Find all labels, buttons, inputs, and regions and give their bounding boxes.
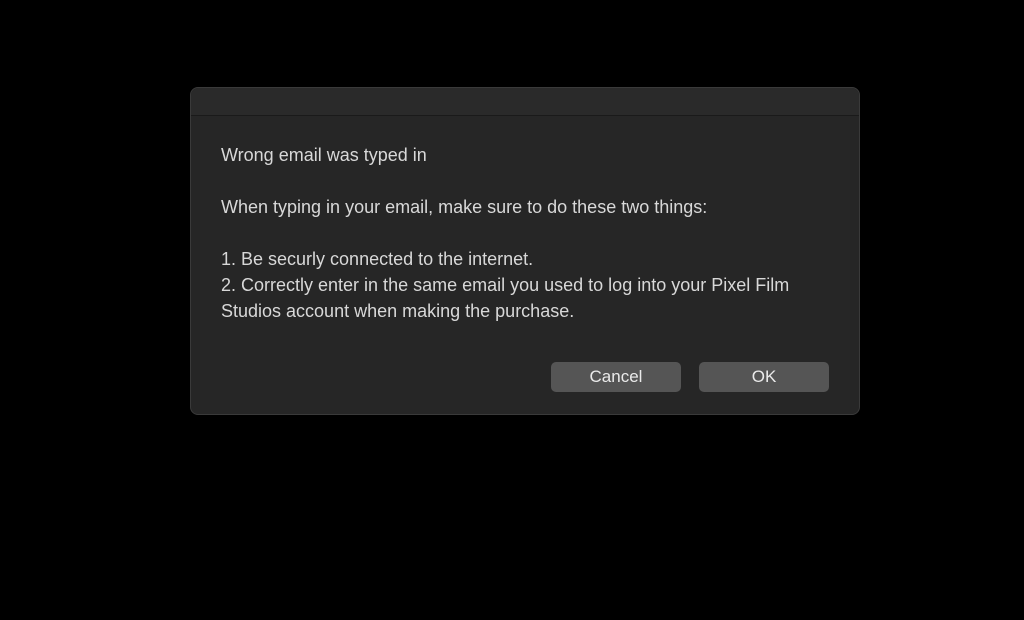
dialog-instruction: When typing in your email, make sure to …	[221, 194, 829, 220]
dialog-list: 1. Be securly connected to the internet.…	[221, 246, 829, 324]
list-item: 1. Be securly connected to the internet.	[221, 246, 829, 272]
dialog-heading: Wrong email was typed in	[221, 142, 829, 168]
list-item: 2. Correctly enter in the same email you…	[221, 272, 829, 324]
ok-button[interactable]: OK	[699, 362, 829, 392]
cancel-button[interactable]: Cancel	[551, 362, 681, 392]
dialog-titlebar	[191, 88, 859, 116]
alert-dialog: Wrong email was typed in When typing in …	[190, 87, 860, 415]
dialog-button-row: Cancel OK	[221, 358, 829, 392]
dialog-content: Wrong email was typed in When typing in …	[191, 116, 859, 414]
